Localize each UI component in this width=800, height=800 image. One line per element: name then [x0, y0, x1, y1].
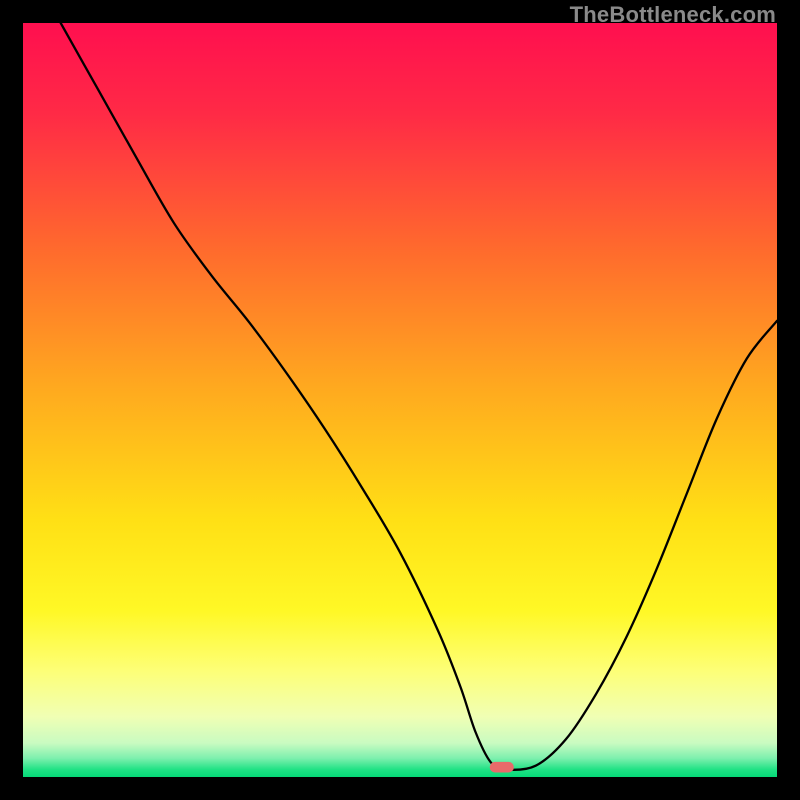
optimal-point — [490, 762, 514, 773]
gradient-background — [23, 23, 777, 777]
chart-frame: TheBottleneck.com — [0, 0, 800, 800]
plot-svg — [23, 23, 777, 777]
plot-area — [23, 23, 777, 777]
